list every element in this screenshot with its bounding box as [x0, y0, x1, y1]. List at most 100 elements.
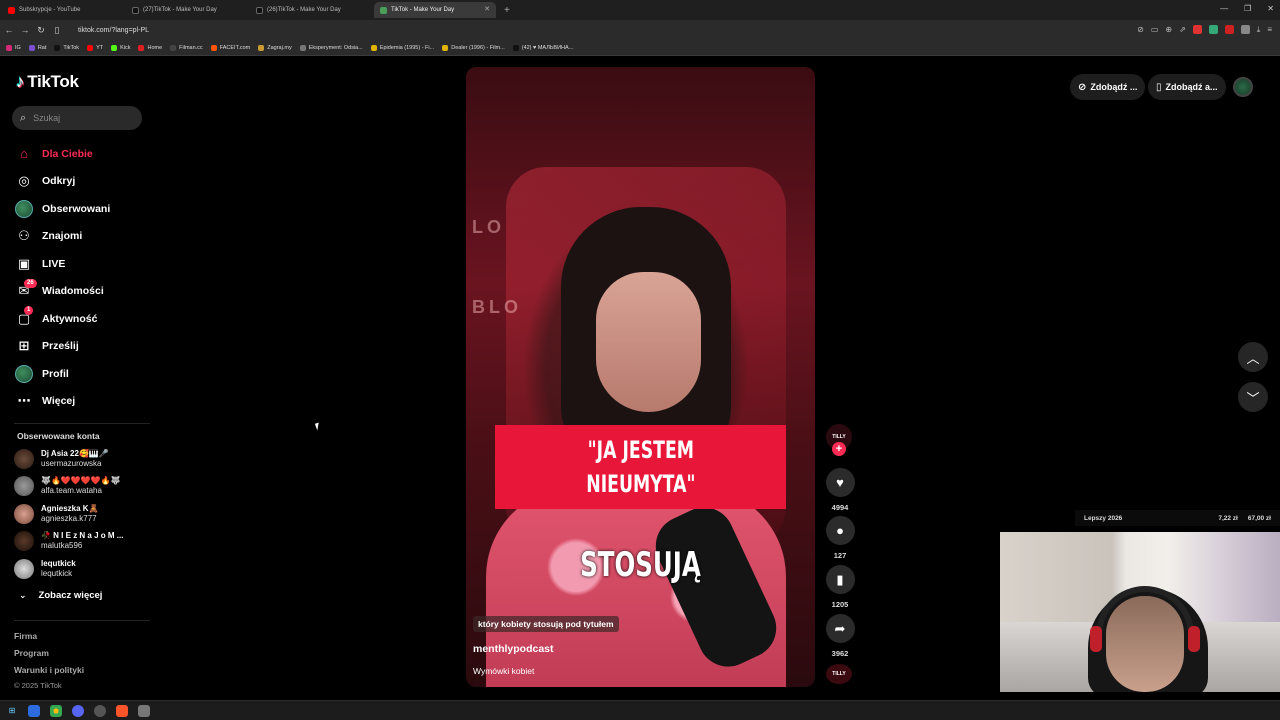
taskbar-app-icon[interactable]: [138, 704, 150, 717]
follow-plus-button[interactable]: +: [832, 442, 846, 456]
next-video-button[interactable]: ﹀: [1238, 382, 1268, 412]
heart-icon[interactable]: ♥: [825, 468, 855, 497]
video-player[interactable]: LO BLO "JA JESTEM NIEUMYTA" STOSUJĄ któr…: [466, 67, 815, 687]
avatar: [14, 504, 34, 524]
browser-tab-active[interactable]: TikTok - Make Your Day ✕: [374, 2, 496, 18]
save-action[interactable]: ▮ 1205: [825, 565, 855, 609]
avatar: [14, 476, 34, 496]
bookmark-item[interactable]: Epidemia (1995) - Fi...: [370, 44, 434, 51]
share-icon[interactable]: ⇗: [1179, 25, 1186, 35]
user-avatar-button[interactable]: [1233, 77, 1253, 97]
start-menu-icon[interactable]: ⊞: [6, 705, 18, 717]
menu-icon[interactable]: ≡: [1267, 25, 1272, 35]
extensions-row: ⊘ ▭ ⊕ ⇗ ⤓ ≡: [1137, 25, 1272, 35]
tiktok-logo[interactable]: ♪ TikTok: [16, 72, 79, 92]
footer-link-program[interactable]: Program: [14, 648, 49, 658]
search-box[interactable]: ⌕: [12, 106, 142, 130]
minimize-icon[interactable]: —: [1220, 4, 1228, 13]
bookmark-item[interactable]: FACEIT.com: [210, 44, 251, 51]
followed-account[interactable]: 🐺🔥❤️❤️❤️❤️🔥🐺 alfa.team.wataha: [14, 476, 154, 496]
translate-icon[interactable]: ⊘: [1137, 25, 1144, 35]
headset-icon: [1096, 586, 1194, 646]
bookmark-item[interactable]: Zagraj.my: [258, 44, 292, 51]
bookmark-favicon-icon: [28, 44, 35, 51]
music-disc-icon[interactable]: TILLY: [826, 664, 852, 684]
taskbar-app-icon[interactable]: [28, 704, 40, 717]
bookmark-label: FACEIT.com: [219, 44, 251, 51]
bookmark-label: Eksperyment: Odsia...: [308, 44, 363, 51]
previous-video-button[interactable]: ︿: [1238, 342, 1268, 372]
footer-link-terms[interactable]: Warunki i polityki: [14, 665, 84, 675]
bookmark-item[interactable]: Filman.cc: [170, 44, 203, 51]
close-tab-icon[interactable]: ✕: [484, 5, 490, 13]
comment-action[interactable]: ● 127: [825, 516, 855, 560]
sidebar-item-friends[interactable]: ⚇ Znajomi: [14, 223, 144, 251]
search-input[interactable]: [33, 113, 129, 123]
cast-icon[interactable]: ▭: [1151, 25, 1159, 35]
video-overlay-word: STOSUJĄ: [580, 545, 701, 585]
new-tab-button[interactable]: +: [504, 5, 510, 16]
sidebar-item-upload[interactable]: ⊞ Prześlij: [14, 333, 144, 361]
followed-account[interactable]: Agnieszka K🧸 agnieszka.k777: [14, 504, 154, 524]
bookmark-favicon-icon: [54, 44, 61, 51]
bookmark-item[interactable]: TikTok: [54, 44, 79, 51]
taskbar-app-icon[interactable]: [94, 704, 106, 717]
coin-icon: ⊘: [1078, 81, 1087, 93]
bookmark-item[interactable]: Eksperyment: Odsia...: [299, 44, 363, 51]
bookmark-favicon-icon: [370, 44, 377, 51]
chrome-icon[interactable]: [50, 704, 62, 717]
restore-icon[interactable]: ❐: [1244, 4, 1251, 13]
url-field[interactable]: tiktok.com/?lang=pl-PL: [78, 27, 149, 34]
sidebar-item-explore[interactable]: ◎ Odkryj: [14, 168, 144, 196]
see-more-button[interactable]: ⌄ Zobacz więcej: [19, 590, 102, 601]
sidebar-item-live[interactable]: ▣ LIVE: [14, 250, 144, 278]
followed-account[interactable]: lequtkick lequtkick: [14, 559, 154, 579]
discord-icon[interactable]: [72, 704, 84, 717]
share-action[interactable]: ➦ 3962: [825, 614, 855, 658]
brave-icon[interactable]: [116, 704, 128, 717]
sidebar-item-messages[interactable]: ✉ 26 Wiadomości: [14, 278, 144, 306]
bookmark-item[interactable]: IG: [6, 44, 21, 51]
followed-account[interactable]: Dj Asia 22🥰🎹🎤 usermazurowska: [14, 449, 154, 469]
sidebar-item-following[interactable]: Obserwowani: [14, 195, 144, 223]
extension-icon[interactable]: [1208, 25, 1218, 34]
sidebar-item-more[interactable]: ⋯ Więcej: [14, 388, 144, 416]
close-window-icon[interactable]: ✕: [1267, 4, 1274, 13]
video-author[interactable]: menthlypodcast: [473, 643, 554, 655]
browser-tab[interactable]: (26)TikTok - Make Your Day: [250, 2, 372, 18]
comment-icon[interactable]: ●: [825, 516, 855, 545]
download-icon[interactable]: ⤓: [1257, 25, 1261, 35]
bookmark-item[interactable]: (42) ♥ МАЛЬВИНА...: [512, 44, 574, 51]
brave-shield-icon[interactable]: [1192, 25, 1202, 34]
bookmark-icon[interactable]: ▮: [825, 565, 855, 594]
sidebar-item-activity[interactable]: ▢ 1 Aktywność: [14, 305, 144, 333]
followed-account[interactable]: 🥀 N I E z N a J o M ... malutka596: [14, 531, 154, 551]
chevron-down-icon: ⌄: [19, 590, 27, 600]
footer-link-company[interactable]: Firma: [14, 631, 37, 641]
extension-icon[interactable]: [1224, 25, 1234, 34]
bookmark-item[interactable]: Rat: [28, 44, 46, 51]
tiktok-favicon-icon: [256, 6, 263, 14]
bookmark-item[interactable]: YT: [87, 44, 103, 51]
bookmark-item[interactable]: Home: [138, 44, 162, 51]
bookmark-item[interactable]: Dealer (1996) - Film...: [442, 44, 505, 51]
divider: [14, 423, 150, 424]
forward-icon[interactable]: →: [18, 25, 32, 35]
back-icon[interactable]: ←: [2, 25, 16, 35]
browser-tab[interactable]: (27)TikTok - Make Your Day: [126, 2, 248, 18]
like-action[interactable]: ♥ 4994: [825, 468, 855, 512]
bookmark-label: (42) ♥ МАЛЬВИНА...: [521, 44, 574, 51]
extensions-puzzle-icon[interactable]: [1240, 25, 1250, 34]
sidebar-item-for-you[interactable]: ⌂ Dla Ciebie: [14, 140, 144, 168]
get-app-button[interactable]: ▯ Zdobądź a...: [1148, 74, 1226, 100]
share-arrow-icon[interactable]: ➦: [825, 614, 855, 643]
zoom-icon[interactable]: ⊕: [1165, 25, 1172, 35]
reload-icon[interactable]: ↻: [34, 25, 48, 36]
bookmark-page-icon[interactable]: ▯: [50, 25, 64, 36]
get-coins-button[interactable]: ⊘ Zdobądź ...: [1070, 74, 1146, 100]
video-description[interactable]: Wymówki kobiet: [473, 666, 534, 676]
headset-earcup: [1090, 626, 1102, 652]
bookmark-item[interactable]: Kick: [111, 44, 130, 51]
sidebar-item-profile[interactable]: Profil: [14, 360, 144, 388]
browser-tab[interactable]: Subskrypcje - YouTube: [2, 2, 124, 18]
